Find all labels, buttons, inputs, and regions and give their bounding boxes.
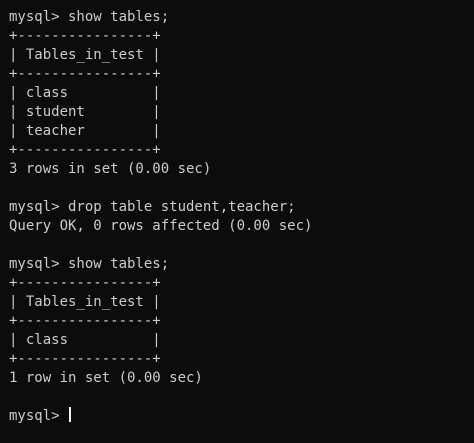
command-input-line[interactable]: mysql> — [9, 407, 474, 426]
terminal-line: mysql> drop table student,teacher; — [9, 199, 296, 215]
table-header: | Tables_in_test | — [9, 47, 161, 63]
text-cursor — [69, 407, 72, 422]
table-border: +----------------+ — [9, 313, 161, 329]
table-border: +----------------+ — [9, 28, 161, 44]
table-row: | class | — [9, 85, 161, 101]
table-header: | Tables_in_test | — [9, 294, 161, 310]
result-summary: Query OK, 0 rows affected (0.00 sec) — [9, 218, 313, 234]
table-border: +----------------+ — [9, 142, 161, 158]
result-summary: 3 rows in set (0.00 sec) — [9, 161, 212, 177]
mysql-prompt: mysql> — [9, 408, 69, 424]
result-summary: 1 row in set (0.00 sec) — [9, 370, 203, 386]
table-border: +----------------+ — [9, 351, 161, 367]
terminal-line: mysql> show tables; — [9, 256, 170, 272]
table-row: | class | — [9, 332, 161, 348]
table-border: +----------------+ — [9, 66, 161, 82]
table-border: +----------------+ — [9, 275, 161, 291]
terminal-window[interactable]: mysql> show tables; +----------------+ |… — [0, 0, 474, 443]
table-row: | student | — [9, 104, 161, 120]
terminal-line: mysql> show tables; — [9, 9, 170, 25]
table-row: | teacher | — [9, 123, 161, 139]
